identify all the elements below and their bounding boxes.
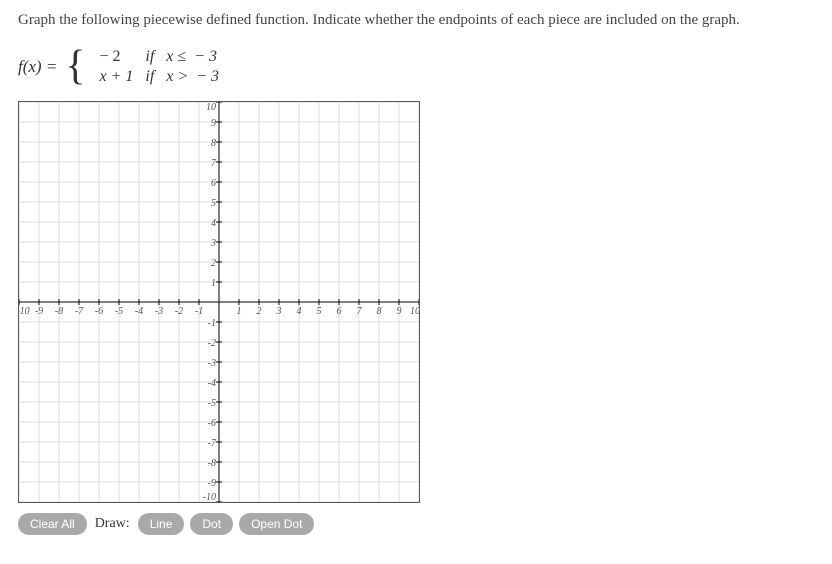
svg-text:-5: -5 [208, 398, 216, 409]
svg-text:2: 2 [257, 306, 262, 317]
draw-toolbar: Clear All Draw: Line Dot Open Dot [18, 513, 814, 535]
svg-text:6: 6 [337, 306, 342, 317]
svg-text:-8: -8 [55, 306, 63, 317]
graph-canvas[interactable]: -10 -9 -8 -7 -6 -5 -4 -3 -2 -1 1 2 3 4 5… [18, 101, 420, 503]
svg-text:3: 3 [276, 306, 282, 317]
case2-cond: if x > − 3 [139, 67, 225, 87]
svg-text:-6: -6 [208, 418, 216, 429]
svg-text:-6: -6 [95, 306, 103, 317]
line-button[interactable]: Line [138, 513, 185, 535]
open-dot-button[interactable]: Open Dot [239, 513, 314, 535]
draw-label: Draw: [95, 516, 130, 532]
svg-text:-4: -4 [208, 378, 216, 389]
svg-text:-7: -7 [208, 438, 217, 449]
svg-text:-10: -10 [203, 492, 216, 502]
svg-text:4: 4 [297, 306, 302, 317]
svg-text:-9: -9 [35, 306, 43, 317]
svg-text:-8: -8 [208, 458, 216, 469]
svg-text:-10: -10 [19, 306, 30, 317]
piecewise-function: f(x) = { − 2 if x ≤ − 3 x + 1 if x > − 3 [18, 47, 814, 87]
case2-expr: x + 1 [93, 67, 139, 87]
equation-cases: − 2 if x ≤ − 3 x + 1 if x > − 3 [93, 47, 225, 87]
svg-text:-9: -9 [208, 478, 216, 489]
clear-all-button[interactable]: Clear All [18, 513, 87, 535]
svg-text:4: 4 [211, 218, 216, 229]
svg-text:8: 8 [211, 138, 216, 149]
svg-text:-2: -2 [175, 306, 183, 317]
svg-text:-1: -1 [195, 306, 203, 317]
svg-text:-5: -5 [115, 306, 123, 317]
brace-icon: { [65, 50, 85, 84]
svg-text:7: 7 [357, 306, 363, 317]
svg-text:-4: -4 [135, 306, 143, 317]
svg-text:-3: -3 [155, 306, 163, 317]
svg-text:-7: -7 [75, 306, 84, 317]
svg-text:10: 10 [206, 102, 216, 113]
svg-text:-1: -1 [208, 318, 216, 329]
svg-text:6: 6 [211, 178, 216, 189]
svg-text:9: 9 [397, 306, 402, 317]
svg-text:-2: -2 [208, 338, 216, 349]
svg-text:1: 1 [237, 306, 242, 317]
svg-text:3: 3 [210, 238, 216, 249]
equation-lhs: f(x) = [18, 57, 57, 77]
svg-text:-3: -3 [208, 358, 216, 369]
case1-cond: if x ≤ − 3 [139, 47, 225, 67]
case1-expr: − 2 [93, 47, 139, 67]
question-prompt: Graph the following piecewise defined fu… [18, 12, 814, 29]
svg-text:1: 1 [211, 278, 216, 289]
svg-text:5: 5 [317, 306, 322, 317]
svg-text:8: 8 [377, 306, 382, 317]
svg-text:10: 10 [410, 306, 419, 317]
dot-button[interactable]: Dot [190, 513, 233, 535]
svg-text:9: 9 [211, 118, 216, 129]
svg-text:7: 7 [211, 158, 217, 169]
svg-text:2: 2 [211, 258, 216, 269]
svg-text:5: 5 [211, 198, 216, 209]
